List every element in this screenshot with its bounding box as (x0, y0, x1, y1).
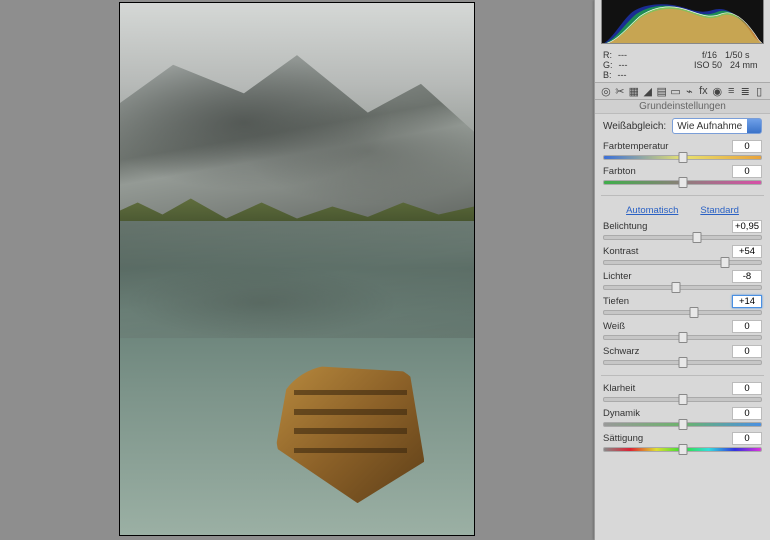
auto-link[interactable]: Automatisch (626, 205, 678, 216)
tool-fx-icon[interactable]: fx (696, 85, 710, 97)
clarity-value[interactable] (732, 382, 762, 395)
tool-zoom-icon[interactable]: ◎ (599, 85, 613, 97)
clarity-slider[interactable] (603, 395, 762, 404)
blacks-slider[interactable] (603, 358, 762, 367)
tool-redeye-icon[interactable]: ◉ (710, 85, 724, 97)
shadows-label: Tiefen (603, 296, 629, 307)
exif-aperture: f/16 (702, 50, 717, 60)
temp-value[interactable] (732, 140, 762, 153)
tool-presets-icon[interactable]: ≡ (724, 85, 738, 97)
temp-label: Farbtemperatur (603, 141, 668, 152)
blacks-label: Schwarz (603, 346, 639, 357)
contrast-slider[interactable] (603, 258, 762, 267)
tool-list-icon[interactable]: ≣ (738, 85, 752, 97)
exposure-label: Belichtung (603, 221, 647, 232)
shadows-value[interactable] (732, 295, 762, 308)
tool-straighten-icon[interactable]: ▦ (627, 85, 641, 97)
exif-iso: ISO 50 (694, 60, 722, 70)
contrast-label: Kontrast (603, 246, 638, 257)
tool-curve-icon[interactable]: ⌁ (683, 85, 697, 97)
panel-section-title: Grundeinstellungen (595, 100, 770, 114)
saturation-slider[interactable] (603, 445, 762, 454)
wb-label: Weißabgleich: (603, 121, 666, 132)
whites-value[interactable] (732, 320, 762, 333)
tint-value[interactable] (732, 165, 762, 178)
readout-meta: R: --- G: --- B: --- f/16 1/50 s ISO 50 24 mm (595, 48, 770, 82)
blacks-value[interactable] (732, 345, 762, 358)
wb-select[interactable]: Wie Aufnahme (672, 118, 762, 134)
b-label: B: (603, 70, 612, 80)
highlights-slider[interactable] (603, 283, 762, 292)
highlights-label: Lichter (603, 271, 632, 282)
r-value: --- (618, 50, 627, 60)
clarity-label: Klarheit (603, 383, 635, 394)
tool-wb-picker-icon[interactable]: ◢ (641, 85, 655, 97)
g-value: --- (619, 60, 628, 70)
tool-crop-icon[interactable]: ✂ (613, 85, 627, 97)
temp-slider[interactable] (603, 153, 762, 162)
tool-grid-icon[interactable]: ▤ (655, 85, 669, 97)
vibrance-value[interactable] (732, 407, 762, 420)
r-label: R: (603, 50, 612, 60)
image-canvas[interactable] (0, 0, 594, 540)
exif-focal: 24 mm (730, 60, 758, 70)
highlights-value[interactable] (732, 270, 762, 283)
default-link[interactable]: Standard (700, 205, 739, 216)
preview-image[interactable] (119, 2, 475, 536)
vibrance-slider[interactable] (603, 420, 762, 429)
exif-shutter: 1/50 s (725, 50, 750, 60)
tint-slider[interactable] (603, 178, 762, 187)
exposure-slider[interactable] (603, 233, 762, 242)
exposure-value[interactable] (732, 220, 762, 233)
whites-slider[interactable] (603, 333, 762, 342)
whites-label: Weiß (603, 321, 625, 332)
tool-strip: ◎ ✂ ▦ ◢ ▤ ▭ ⌁ fx ◉ ≡ ≣ ▯ (595, 82, 770, 100)
saturation-label: Sättigung (603, 433, 643, 444)
vibrance-label: Dynamik (603, 408, 640, 419)
tool-aspect-icon[interactable]: ▭ (669, 85, 683, 97)
shadows-slider[interactable] (603, 308, 762, 317)
tool-panel-icon[interactable]: ▯ (752, 85, 766, 97)
histogram[interactable] (601, 0, 764, 44)
tint-label: Farbton (603, 166, 636, 177)
g-label: G: (603, 60, 613, 70)
saturation-value[interactable] (732, 432, 762, 445)
develop-panel: R: --- G: --- B: --- f/16 1/50 s ISO 50 24 mm… (594, 0, 770, 540)
contrast-value[interactable] (732, 245, 762, 258)
b-value: --- (618, 70, 627, 80)
